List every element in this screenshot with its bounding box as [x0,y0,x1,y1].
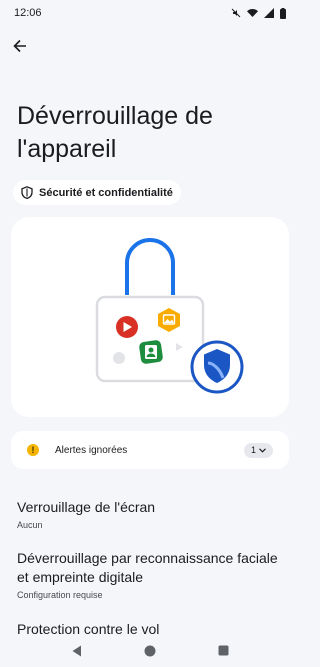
shield-icon [21,186,33,199]
alerts-label: Alertes ignorées [55,444,128,456]
signal-icon [264,8,274,18]
screen-lock-item[interactable]: Verrouillage de l'écran Aucun [17,498,287,531]
back-button[interactable] [10,36,30,56]
setting-title: Déverrouillage par reconnaissance facial… [17,550,278,585]
theft-protection-item[interactable]: Protection contre le vol [17,620,287,634]
category-chip[interactable]: Sécurité et confidentialité [13,180,181,205]
contacts-badge [139,340,163,364]
illustration-card [11,217,289,417]
system-nav-bar [0,634,300,667]
chevron-down-icon [259,447,266,453]
battery-icon [280,7,286,19]
status-icons [231,7,286,19]
status-time: 12:06 [14,7,42,19]
alerts-count-badge[interactable]: 1 [243,442,273,458]
padlock-shackle [125,238,175,295]
face-fingerprint-unlock-item[interactable]: Déverrouillage par reconnaissance facial… [17,549,287,601]
back-triangle-icon [72,645,81,656]
nav-home-button[interactable] [140,641,160,661]
nav-recents-button[interactable] [213,641,233,661]
grey-dot [113,352,125,364]
setting-title: Protection contre le vol [17,621,160,634]
alerts-count: 1 [250,445,256,455]
setting-subtitle: Configuration requise [17,590,103,600]
home-circle-icon [144,645,156,656]
wifi-icon [247,8,258,18]
back-arrow-icon [13,39,26,53]
ignored-alerts-row[interactable]: ! Alertes ignorées 1 [11,431,289,469]
status-bar: 12:06 [0,0,300,26]
youtube-badge [116,316,138,338]
page-title: Déverrouillage de l'appareil [17,102,213,163]
warning-icon: ! [27,444,39,456]
padlock-body [95,295,205,383]
mute-icon [231,8,241,18]
nav-back-button[interactable] [67,641,87,661]
recents-square-icon [218,645,229,656]
setting-title: Verrouillage de l'écran [17,499,156,515]
padlock-illustration [95,238,244,394]
shield-badge [190,340,244,394]
chip-label: Sécurité et confidentialité [39,186,173,199]
setting-subtitle: Aucun [17,520,43,530]
